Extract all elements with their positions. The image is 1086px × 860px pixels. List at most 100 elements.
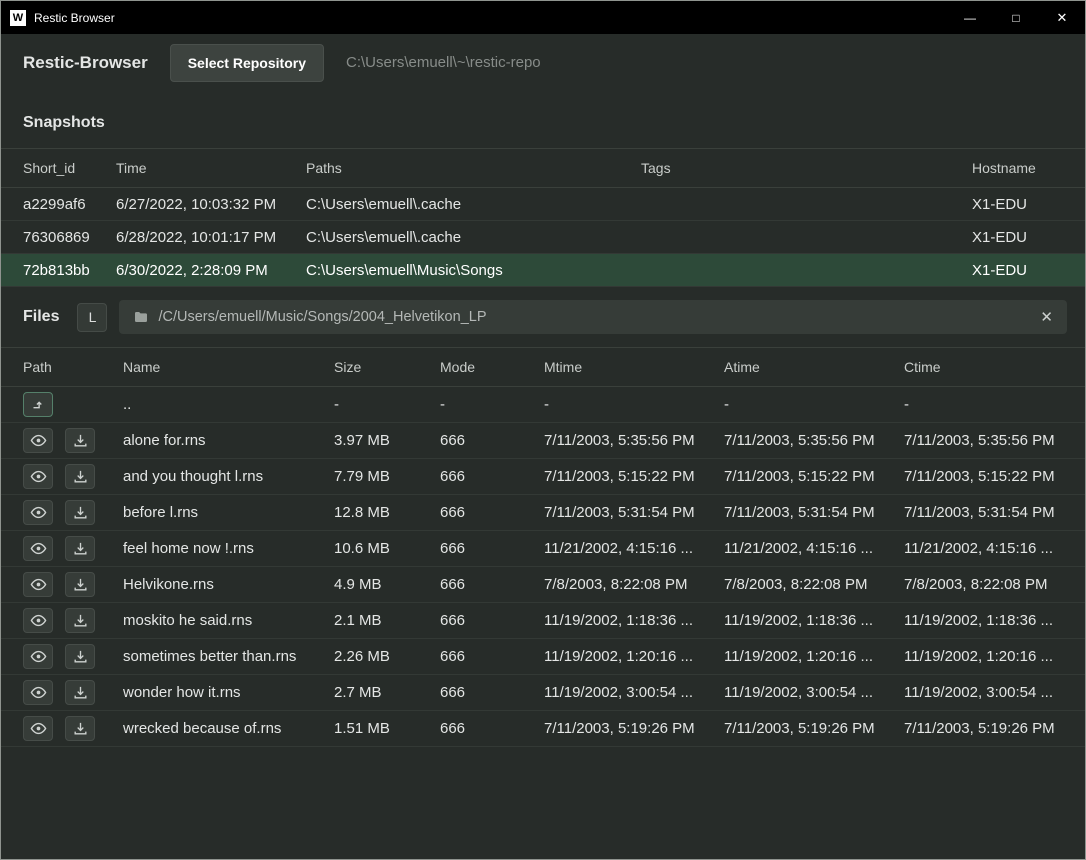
view-file-button[interactable] xyxy=(23,680,53,705)
view-file-button[interactable] xyxy=(23,644,53,669)
download-icon xyxy=(73,685,88,700)
list-mode-button[interactable]: L xyxy=(77,303,107,332)
file-ctime: 7/11/2003, 5:15:22 PM xyxy=(904,468,1063,485)
file-size: 1.51 MB xyxy=(334,720,440,737)
clear-path-button[interactable]: ✕ xyxy=(1040,308,1053,326)
snapshots-column-header: Time xyxy=(116,160,306,176)
file-row: moskito he said.rns2.1 MB66611/19/2002, … xyxy=(1,603,1085,639)
view-file-button[interactable] xyxy=(23,716,53,741)
app-logo-icon: W xyxy=(10,10,26,26)
download-icon xyxy=(73,469,88,484)
file-atime: 7/11/2003, 5:19:26 PM xyxy=(724,720,904,737)
file-size: 12.8 MB xyxy=(334,504,440,521)
eye-icon xyxy=(30,648,47,665)
eye-icon xyxy=(30,540,47,557)
view-file-button[interactable] xyxy=(23,464,53,489)
view-file-button[interactable] xyxy=(23,536,53,561)
file-row: Helvikone.rns4.9 MB6667/8/2003, 8:22:08 … xyxy=(1,567,1085,603)
download-icon xyxy=(73,613,88,628)
file-mode: 666 xyxy=(440,612,544,629)
snapshots-table-header: Short_idTimePathsTagsHostname xyxy=(1,148,1085,188)
snapshot-row-selected[interactable]: 72b813bb6/30/2022, 2:28:09 PMC:\Users\em… xyxy=(1,254,1085,287)
view-file-button[interactable] xyxy=(23,608,53,633)
repository-path: C:\Users\emuell\~\restic-repo xyxy=(346,54,541,71)
files-column-header: Name xyxy=(123,359,334,375)
select-repository-button[interactable]: Select Repository xyxy=(170,44,324,82)
files-table-body: ..-----alone for.rns3.97 MB6667/11/2003,… xyxy=(1,387,1085,747)
file-mtime: 11/19/2002, 1:18:36 ... xyxy=(544,612,724,629)
snapshots-table-body: a2299af66/27/2022, 10:03:32 PMC:\Users\e… xyxy=(1,188,1085,287)
file-size: 2.26 MB xyxy=(334,648,440,665)
file-name: sometimes better than.rns xyxy=(123,648,334,665)
snapshots-section-title: Snapshots xyxy=(1,91,1085,148)
eye-icon xyxy=(30,468,47,485)
current-path-text: /C/Users/emuell/Music/Songs/2004_Helveti… xyxy=(158,309,486,325)
current-path-input[interactable]: /C/Users/emuell/Music/Songs/2004_Helveti… xyxy=(119,300,1067,334)
file-mode: 666 xyxy=(440,648,544,665)
view-file-button[interactable] xyxy=(23,500,53,525)
download-icon xyxy=(73,649,88,664)
file-row-actions xyxy=(23,392,123,417)
download-file-button[interactable] xyxy=(65,428,95,453)
files-table-header: PathNameSizeModeMtimeAtimeCtime xyxy=(1,347,1085,387)
download-icon xyxy=(73,577,88,592)
file-atime: 11/19/2002, 3:00:54 ... xyxy=(724,684,904,701)
snapshot-time: 6/30/2022, 2:28:09 PM xyxy=(116,262,306,279)
file-mtime: 7/11/2003, 5:31:54 PM xyxy=(544,504,724,521)
download-file-button[interactable] xyxy=(65,680,95,705)
snapshot-paths: C:\Users\emuell\.cache xyxy=(306,196,641,213)
file-row-actions xyxy=(23,464,123,489)
file-name: wonder how it.rns xyxy=(123,684,334,701)
file-mode: 666 xyxy=(440,576,544,593)
file-mode: - xyxy=(440,396,544,413)
snapshot-row[interactable]: a2299af66/27/2022, 10:03:32 PMC:\Users\e… xyxy=(1,188,1085,221)
file-mode: 666 xyxy=(440,684,544,701)
view-file-button[interactable] xyxy=(23,428,53,453)
file-mode: 666 xyxy=(440,720,544,737)
eye-icon xyxy=(30,720,47,737)
file-mtime: 7/11/2003, 5:35:56 PM xyxy=(544,432,724,449)
download-file-button[interactable] xyxy=(65,608,95,633)
file-ctime: 7/11/2003, 5:31:54 PM xyxy=(904,504,1063,521)
download-file-button[interactable] xyxy=(65,500,95,525)
file-ctime: - xyxy=(904,396,1063,413)
snapshot-time: 6/27/2022, 10:03:32 PM xyxy=(116,196,306,213)
snapshot-row[interactable]: 763068696/28/2022, 10:01:17 PMC:\Users\e… xyxy=(1,221,1085,254)
file-mtime: 11/19/2002, 1:20:16 ... xyxy=(544,648,724,665)
file-size: 7.79 MB xyxy=(334,468,440,485)
file-mtime: 7/8/2003, 8:22:08 PM xyxy=(544,576,724,593)
file-name: Helvikone.rns xyxy=(123,576,334,593)
snapshot-paths: C:\Users\emuell\.cache xyxy=(306,229,641,246)
download-file-button[interactable] xyxy=(65,644,95,669)
download-icon xyxy=(73,505,88,520)
file-atime: 11/19/2002, 1:20:16 ... xyxy=(724,648,904,665)
download-file-button[interactable] xyxy=(65,536,95,561)
files-column-header: Ctime xyxy=(904,359,1063,375)
download-icon xyxy=(73,541,88,556)
download-file-button[interactable] xyxy=(65,572,95,597)
snapshot-hostname: X1-EDU xyxy=(972,196,1063,213)
files-toolbar: Files L /C/Users/emuell/Music/Songs/2004… xyxy=(1,287,1085,347)
minimize-button[interactable]: — xyxy=(947,1,993,34)
maximize-button[interactable]: □ xyxy=(993,1,1039,34)
file-row-actions xyxy=(23,608,123,633)
snapshots-column-header: Hostname xyxy=(972,160,1063,176)
file-mtime: 7/11/2003, 5:15:22 PM xyxy=(544,468,724,485)
snapshot-hostname: X1-EDU xyxy=(972,262,1063,279)
close-button[interactable]: ✕ xyxy=(1039,1,1085,34)
file-ctime: 11/19/2002, 1:20:16 ... xyxy=(904,648,1063,665)
file-size: 10.6 MB xyxy=(334,540,440,557)
file-row-actions xyxy=(23,680,123,705)
parent-dir-button[interactable] xyxy=(23,392,53,417)
file-size: 3.97 MB xyxy=(334,432,440,449)
download-file-button[interactable] xyxy=(65,464,95,489)
file-mode: 666 xyxy=(440,432,544,449)
snapshots-column-header: Paths xyxy=(306,160,641,176)
download-file-button[interactable] xyxy=(65,716,95,741)
view-file-button[interactable] xyxy=(23,572,53,597)
file-ctime: 7/11/2003, 5:35:56 PM xyxy=(904,432,1063,449)
file-ctime: 11/19/2002, 3:00:54 ... xyxy=(904,684,1063,701)
download-icon xyxy=(73,721,88,736)
file-atime: - xyxy=(724,396,904,413)
snapshot-paths: C:\Users\emuell\Music\Songs xyxy=(306,262,641,279)
